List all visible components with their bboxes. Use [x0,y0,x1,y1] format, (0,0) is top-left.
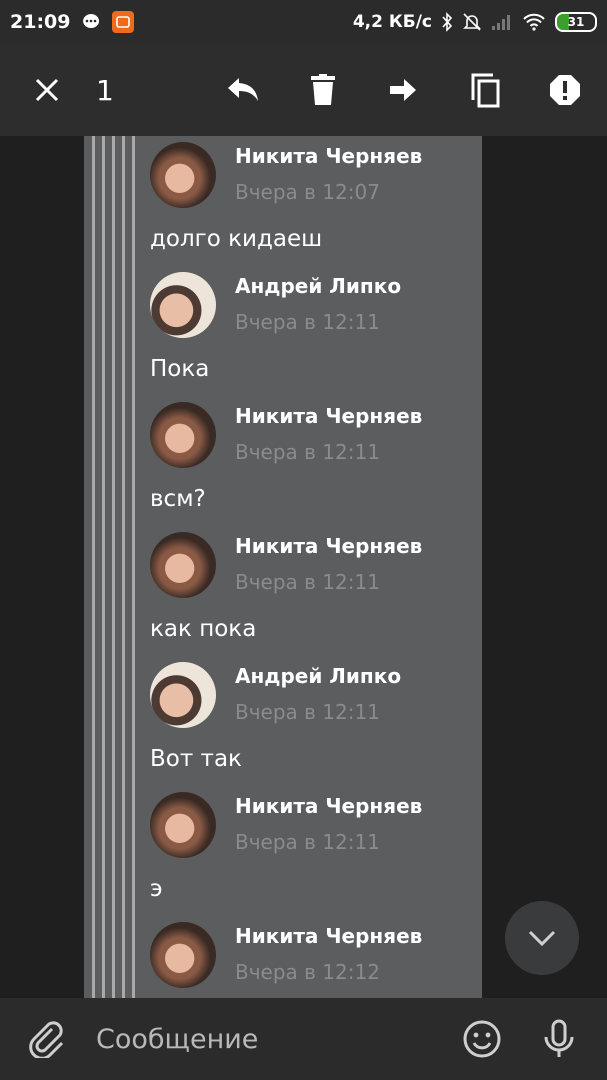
close-selection-button[interactable] [22,44,72,136]
message-time: Вчера в 12:11 [235,700,380,724]
copy-icon [471,73,500,108]
avatar[interactable] [150,402,216,468]
selection-action-bar: 1 [0,44,607,136]
message-header: Андрей Липко Вчера в 12:11 [150,272,470,338]
chevron-down-icon [528,930,556,947]
reply-icon [228,78,258,101]
message-meta: Никита Черняев Вчера в 12:07 [235,143,422,207]
message-header: Никита Черняев Вчера в 12:07 [150,142,470,208]
message-author[interactable]: Никита Черняев [235,533,422,559]
smiley-icon [463,1020,501,1058]
attach-button[interactable] [28,998,64,1080]
avatar[interactable] [150,272,216,338]
avatar[interactable] [150,922,216,988]
message-text: долго кидаеш [150,226,323,252]
emoji-button[interactable] [462,998,502,1080]
message-text: Вот так [150,746,242,772]
report-button[interactable] [542,44,588,136]
message-time: Вчера в 12:07 [235,180,380,204]
forward-icon [390,79,416,101]
message-header: Никита Черняев Вчера в 12:12 [150,922,470,988]
delete-icon [311,74,335,105]
app-notification-icon [112,11,135,33]
message-author[interactable]: Никита Черняев [235,143,422,169]
wifi-icon [523,13,545,31]
message-meta: Никита Черняев Вчера в 12:11 [235,793,422,857]
voice-message-button[interactable] [542,998,576,1080]
message-meta: Никита Черняев Вчера в 12:12 [235,923,422,987]
battery-indicator: 31 [555,12,597,32]
microphone-icon [544,1019,574,1057]
status-bar: 21:09 4,2 КБ/с 31 [0,0,607,44]
message-feed: ــ ـ Никита ЧерняевВчера в 12:07долго ки… [150,136,470,988]
message-text: всм? [150,486,206,512]
reply-button[interactable] [220,44,266,136]
message-header: Никита Черняев Вчера в 12:11 [150,532,470,598]
message-author[interactable]: Андрей Липко [235,273,401,299]
message-text: э [150,876,163,902]
forward-button[interactable] [380,44,426,136]
message-author[interactable]: Никита Черняев [235,793,422,819]
message-meta: Никита Черняев Вчера в 12:11 [235,533,422,597]
avatar[interactable] [150,792,216,858]
message-time: Вчера в 12:11 [235,830,380,854]
selected-count: 1 [96,74,114,107]
message-header: Никита Черняев Вчера в 12:11 [150,792,470,858]
message-meta: Никита Черняев Вчера в 12:11 [235,403,422,467]
copy-button[interactable] [462,44,508,136]
message-header: Никита Черняев Вчера в 12:11 [150,402,470,468]
message-meta: Андрей Липко Вчера в 12:11 [235,663,401,727]
scroll-down-button[interactable] [505,901,579,975]
mute-icon [463,13,481,31]
message-time: Вчера в 12:11 [235,440,380,464]
message-header: Андрей Липко Вчера в 12:11 [150,662,470,728]
forward-nesting-lines [92,136,138,998]
forwarded-messages-card[interactable]: ــ ـ Никита ЧерняевВчера в 12:07долго ки… [84,136,482,998]
message-author[interactable]: Никита Черняев [235,923,422,949]
message-author[interactable]: Андрей Липко [235,663,401,689]
message-time: Вчера в 12:11 [235,570,380,594]
message-author[interactable]: Никита Черняев [235,403,422,429]
chat-notification-icon [83,14,100,28]
close-icon [35,78,59,102]
message-text: Пока [150,356,210,382]
network-speed: 4,2 КБ/с [352,12,432,32]
report-icon [550,75,580,105]
message-time: Вчера в 12:12 [235,960,380,984]
message-time: Вчера в 12:11 [235,310,380,334]
delete-button[interactable] [300,44,346,136]
status-time: 21:09 [10,11,71,33]
message-composer [0,998,607,1080]
paperclip-icon [29,1021,64,1058]
avatar[interactable] [150,662,216,728]
signal-icon [492,15,510,30]
avatar[interactable] [150,532,216,598]
message-meta: Андрей Липко Вчера в 12:11 [235,273,401,337]
bluetooth-icon [442,12,453,32]
message-input[interactable] [96,1018,436,1060]
message-text: как пока [150,616,257,642]
avatar[interactable] [150,142,216,208]
